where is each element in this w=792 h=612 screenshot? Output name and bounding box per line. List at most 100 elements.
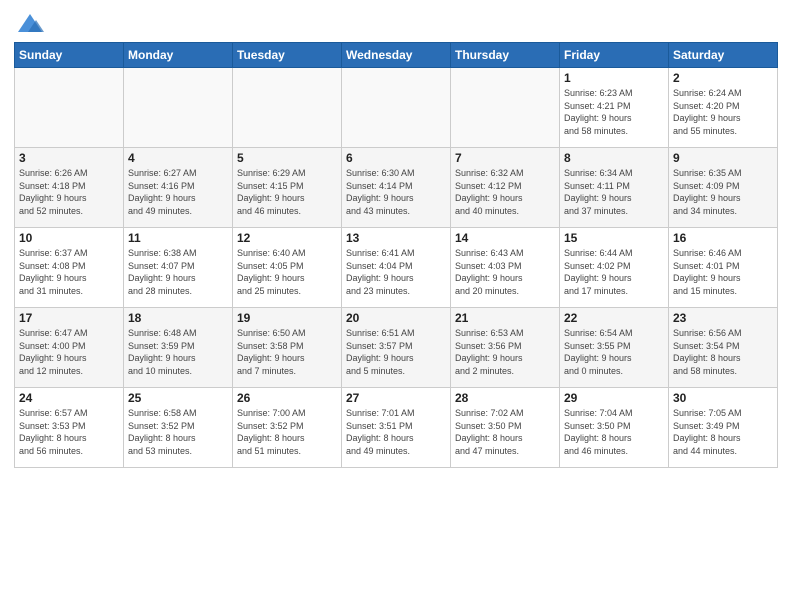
calendar-cell: 29 Sunrise: 7:04 AM Sunset: 3:50 PM Dayli… bbox=[560, 388, 669, 468]
calendar-cell: 26 Sunrise: 7:00 AM Sunset: 3:52 PM Dayli… bbox=[233, 388, 342, 468]
calendar-cell: 9 Sunrise: 6:35 AM Sunset: 4:09 PM Daylig… bbox=[669, 148, 778, 228]
calendar-table: SundayMondayTuesdayWednesdayThursdayFrid… bbox=[14, 42, 778, 468]
calendar-week-1: 1 Sunrise: 6:23 AM Sunset: 4:21 PM Daylig… bbox=[15, 68, 778, 148]
day-number: 18 bbox=[128, 311, 228, 325]
calendar-cell: 27 Sunrise: 7:01 AM Sunset: 3:51 PM Dayli… bbox=[342, 388, 451, 468]
day-detail: Sunrise: 6:27 AM Sunset: 4:16 PM Dayligh… bbox=[128, 167, 228, 217]
logo bbox=[14, 10, 44, 38]
day-number: 29 bbox=[564, 391, 664, 405]
day-number: 7 bbox=[455, 151, 555, 165]
calendar-cell bbox=[124, 68, 233, 148]
weekday-header-monday: Monday bbox=[124, 43, 233, 68]
calendar-cell: 21 Sunrise: 6:53 AM Sunset: 3:56 PM Dayli… bbox=[451, 308, 560, 388]
day-detail: Sunrise: 6:37 AM Sunset: 4:08 PM Dayligh… bbox=[19, 247, 119, 297]
day-number: 11 bbox=[128, 231, 228, 245]
calendar-cell: 22 Sunrise: 6:54 AM Sunset: 3:55 PM Dayli… bbox=[560, 308, 669, 388]
calendar-cell bbox=[342, 68, 451, 148]
calendar-week-3: 10 Sunrise: 6:37 AM Sunset: 4:08 PM Dayli… bbox=[15, 228, 778, 308]
day-detail: Sunrise: 6:56 AM Sunset: 3:54 PM Dayligh… bbox=[673, 327, 773, 377]
day-number: 2 bbox=[673, 71, 773, 85]
calendar-cell: 19Sunrise: 6:50 AM Sunset: 3:58 PM Dayli… bbox=[233, 308, 342, 388]
calendar-cell: 7 Sunrise: 6:32 AM Sunset: 4:12 PM Daylig… bbox=[451, 148, 560, 228]
day-number: 25 bbox=[128, 391, 228, 405]
day-detail: Sunrise: 7:02 AM Sunset: 3:50 PM Dayligh… bbox=[455, 407, 555, 457]
day-detail: Sunrise: 6:35 AM Sunset: 4:09 PM Dayligh… bbox=[673, 167, 773, 217]
calendar-week-4: 17 Sunrise: 6:47 AM Sunset: 4:00 PM Dayli… bbox=[15, 308, 778, 388]
day-number: 13 bbox=[346, 231, 446, 245]
weekday-header-sunday: Sunday bbox=[15, 43, 124, 68]
day-number: 15 bbox=[564, 231, 664, 245]
day-number: 10 bbox=[19, 231, 119, 245]
day-number: 27 bbox=[346, 391, 446, 405]
day-detail: Sunrise: 6:57 AM Sunset: 3:53 PM Dayligh… bbox=[19, 407, 119, 457]
calendar-cell: 16 Sunrise: 6:46 AM Sunset: 4:01 PM Dayli… bbox=[669, 228, 778, 308]
day-detail: Sunrise: 7:00 AM Sunset: 3:52 PM Dayligh… bbox=[237, 407, 337, 457]
calendar-cell: 20Sunrise: 6:51 AM Sunset: 3:57 PM Dayli… bbox=[342, 308, 451, 388]
day-number: 26 bbox=[237, 391, 337, 405]
calendar-cell: 25 Sunrise: 6:58 AM Sunset: 3:52 PM Dayli… bbox=[124, 388, 233, 468]
calendar-cell: 2Sunrise: 6:24 AM Sunset: 4:20 PM Daylig… bbox=[669, 68, 778, 148]
calendar-cell: 12 Sunrise: 6:40 AM Sunset: 4:05 PM Dayli… bbox=[233, 228, 342, 308]
day-number: 8 bbox=[564, 151, 664, 165]
calendar-cell: 11 Sunrise: 6:38 AM Sunset: 4:07 PM Dayli… bbox=[124, 228, 233, 308]
day-number: 1 bbox=[564, 71, 664, 85]
day-number: 16 bbox=[673, 231, 773, 245]
calendar-cell: 14 Sunrise: 6:43 AM Sunset: 4:03 PM Dayli… bbox=[451, 228, 560, 308]
day-detail: Sunrise: 6:43 AM Sunset: 4:03 PM Dayligh… bbox=[455, 247, 555, 297]
day-number: 4 bbox=[128, 151, 228, 165]
day-detail: Sunrise: 7:01 AM Sunset: 3:51 PM Dayligh… bbox=[346, 407, 446, 457]
day-detail: Sunrise: 6:48 AM Sunset: 3:59 PM Dayligh… bbox=[128, 327, 228, 377]
day-detail: Sunrise: 7:05 AM Sunset: 3:49 PM Dayligh… bbox=[673, 407, 773, 457]
weekday-header-tuesday: Tuesday bbox=[233, 43, 342, 68]
weekday-header-friday: Friday bbox=[560, 43, 669, 68]
day-number: 23 bbox=[673, 311, 773, 325]
calendar-cell: 8 Sunrise: 6:34 AM Sunset: 4:11 PM Daylig… bbox=[560, 148, 669, 228]
day-detail: Sunrise: 7:04 AM Sunset: 3:50 PM Dayligh… bbox=[564, 407, 664, 457]
calendar-cell: 13 Sunrise: 6:41 AM Sunset: 4:04 PM Dayli… bbox=[342, 228, 451, 308]
calendar-cell: 24 Sunrise: 6:57 AM Sunset: 3:53 PM Dayli… bbox=[15, 388, 124, 468]
calendar-cell: 10 Sunrise: 6:37 AM Sunset: 4:08 PM Dayli… bbox=[15, 228, 124, 308]
day-detail: Sunrise: 6:38 AM Sunset: 4:07 PM Dayligh… bbox=[128, 247, 228, 297]
calendar-cell: 1 Sunrise: 6:23 AM Sunset: 4:21 PM Daylig… bbox=[560, 68, 669, 148]
day-detail: Sunrise: 6:53 AM Sunset: 3:56 PM Dayligh… bbox=[455, 327, 555, 377]
day-number: 14 bbox=[455, 231, 555, 245]
calendar-week-5: 24 Sunrise: 6:57 AM Sunset: 3:53 PM Dayli… bbox=[15, 388, 778, 468]
day-number: 28 bbox=[455, 391, 555, 405]
weekday-header-thursday: Thursday bbox=[451, 43, 560, 68]
day-detail: Sunrise: 6:46 AM Sunset: 4:01 PM Dayligh… bbox=[673, 247, 773, 297]
day-number: 5 bbox=[237, 151, 337, 165]
day-detail: Sunrise: 6:23 AM Sunset: 4:21 PM Dayligh… bbox=[564, 87, 664, 137]
day-detail: Sunrise: 6:54 AM Sunset: 3:55 PM Dayligh… bbox=[564, 327, 664, 377]
logo-icon bbox=[16, 10, 44, 38]
calendar-cell bbox=[451, 68, 560, 148]
calendar-cell: 23 Sunrise: 6:56 AM Sunset: 3:54 PM Dayli… bbox=[669, 308, 778, 388]
day-number: 9 bbox=[673, 151, 773, 165]
day-number: 30 bbox=[673, 391, 773, 405]
day-number: 21 bbox=[455, 311, 555, 325]
day-number: 22 bbox=[564, 311, 664, 325]
calendar-week-2: 3Sunrise: 6:26 AM Sunset: 4:18 PM Daylig… bbox=[15, 148, 778, 228]
calendar-cell: 28 Sunrise: 7:02 AM Sunset: 3:50 PM Dayli… bbox=[451, 388, 560, 468]
day-detail: Sunrise: 6:40 AM Sunset: 4:05 PM Dayligh… bbox=[237, 247, 337, 297]
calendar-cell bbox=[233, 68, 342, 148]
day-number: 24 bbox=[19, 391, 119, 405]
day-detail: Sunrise: 6:41 AM Sunset: 4:04 PM Dayligh… bbox=[346, 247, 446, 297]
day-detail: Sunrise: 6:50 AM Sunset: 3:58 PM Dayligh… bbox=[237, 327, 337, 377]
day-detail: Sunrise: 6:51 AM Sunset: 3:57 PM Dayligh… bbox=[346, 327, 446, 377]
calendar-cell: 5Sunrise: 6:29 AM Sunset: 4:15 PM Daylig… bbox=[233, 148, 342, 228]
weekday-header-wednesday: Wednesday bbox=[342, 43, 451, 68]
day-detail: Sunrise: 6:30 AM Sunset: 4:14 PM Dayligh… bbox=[346, 167, 446, 217]
day-number: 17 bbox=[19, 311, 119, 325]
day-detail: Sunrise: 6:58 AM Sunset: 3:52 PM Dayligh… bbox=[128, 407, 228, 457]
day-number: 3 bbox=[19, 151, 119, 165]
calendar-cell: 30 Sunrise: 7:05 AM Sunset: 3:49 PM Dayli… bbox=[669, 388, 778, 468]
calendar-cell: 3Sunrise: 6:26 AM Sunset: 4:18 PM Daylig… bbox=[15, 148, 124, 228]
day-detail: Sunrise: 6:47 AM Sunset: 4:00 PM Dayligh… bbox=[19, 327, 119, 377]
calendar-cell: 4 Sunrise: 6:27 AM Sunset: 4:16 PM Daylig… bbox=[124, 148, 233, 228]
weekday-header-row: SundayMondayTuesdayWednesdayThursdayFrid… bbox=[15, 43, 778, 68]
day-number: 12 bbox=[237, 231, 337, 245]
calendar-cell: 6Sunrise: 6:30 AM Sunset: 4:14 PM Daylig… bbox=[342, 148, 451, 228]
day-detail: Sunrise: 6:34 AM Sunset: 4:11 PM Dayligh… bbox=[564, 167, 664, 217]
day-detail: Sunrise: 6:32 AM Sunset: 4:12 PM Dayligh… bbox=[455, 167, 555, 217]
calendar-cell bbox=[15, 68, 124, 148]
